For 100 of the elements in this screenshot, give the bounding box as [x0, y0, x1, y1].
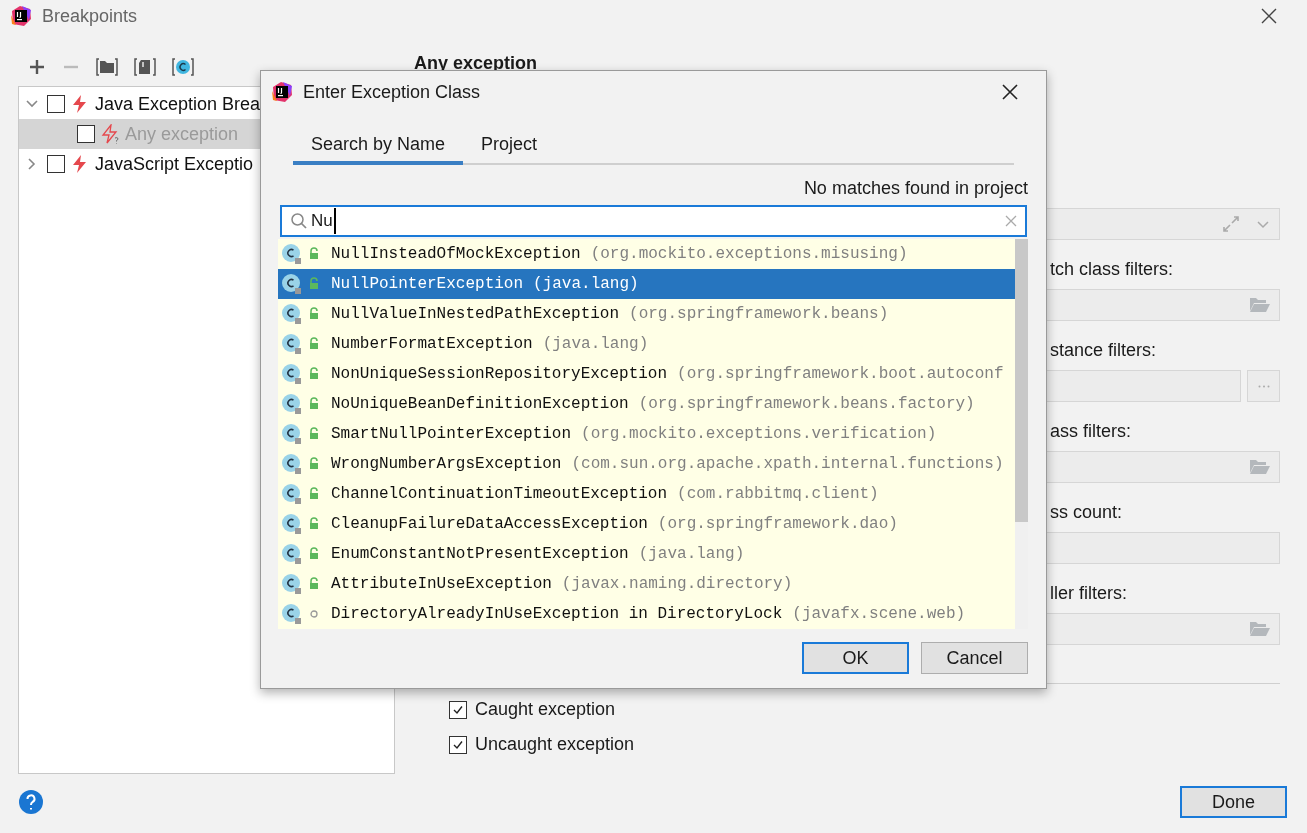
result-row[interactable]: SmartNullPointerException (org.mockito.exceptions.verification) [278, 419, 1015, 449]
help-icon[interactable] [18, 789, 44, 815]
result-row[interactable]: ChannelContinuationTimeoutException (com.rabbitmq.client) [278, 479, 1015, 509]
class-name: NullPointerException [331, 274, 524, 295]
lightning-icon [100, 124, 120, 144]
tree-label: Any exception [125, 122, 239, 146]
filter-field[interactable] [1046, 613, 1280, 645]
class-icon [281, 333, 303, 355]
app-logo-icon [10, 5, 32, 27]
checkbox[interactable] [449, 700, 467, 719]
class-icon [281, 243, 303, 265]
package-name: (org.springframework.dao) [657, 514, 898, 535]
checkbox[interactable] [47, 95, 65, 113]
search-field[interactable]: Nu [280, 205, 1027, 237]
field-label: ss count: [1050, 501, 1124, 524]
expand-icon[interactable] [1221, 214, 1241, 234]
browse-button[interactable] [1247, 370, 1280, 402]
class-icon [281, 423, 303, 445]
package-name: (java.lang) [542, 334, 649, 355]
class-icon [281, 543, 303, 565]
field-label: tch class filters: [1050, 258, 1175, 281]
field-label: stance filters: [1050, 339, 1158, 362]
package-name: (org.mockito.exceptions.misusing) [590, 244, 908, 265]
close-icon[interactable] [1002, 84, 1018, 100]
close-icon[interactable] [1261, 8, 1277, 24]
field-label: ass filters: [1050, 420, 1133, 443]
dialog-button[interactable]: Cancel [921, 642, 1028, 674]
add-icon[interactable] [28, 58, 46, 76]
class-name: NullInsteadOfMockException [331, 244, 581, 265]
file-group-icon[interactable] [134, 57, 156, 77]
result-row[interactable]: AttributeInUseException (javax.naming.directory) [278, 569, 1015, 599]
filter-field[interactable] [1046, 451, 1280, 483]
checkbox-label: Uncaught exception [475, 733, 635, 756]
scrollbar-thumb[interactable] [1015, 239, 1028, 522]
class-icon [281, 273, 303, 295]
result-row[interactable]: NullInsteadOfMockException (org.mockito.exceptions.misusing) [278, 239, 1015, 269]
folder-icon[interactable] [1249, 296, 1271, 314]
class-icon [281, 363, 303, 385]
result-row[interactable]: NullValueInNestedPathException (org.springframework.beans) [278, 299, 1015, 329]
package-name: (org.springframework.beans.factory) [638, 394, 975, 415]
class-icon [281, 513, 303, 535]
package-name: (javax.naming.directory) [561, 574, 793, 595]
filter-field[interactable] [1046, 370, 1241, 402]
class-name: WrongNumberArgsException [331, 454, 562, 475]
folder-icon[interactable] [1249, 620, 1271, 638]
result-row[interactable]: NumberFormatException (java.lang) [278, 329, 1015, 359]
class-name: NullValueInNestedPathException [331, 304, 620, 325]
status-text: No matches found in project [803, 177, 1028, 199]
clear-icon[interactable] [1005, 215, 1017, 227]
check-icon [453, 704, 463, 715]
package-name: (org.mockito.exceptions.verification) [581, 424, 937, 445]
package-name: (java.lang) [638, 544, 745, 565]
package-name: (com.rabbitmq.client) [677, 484, 879, 505]
class-name: SmartNullPointerException [331, 424, 572, 445]
class-name: AttributeInUseException [331, 574, 552, 595]
search-icon [290, 212, 308, 230]
result-row[interactable]: NoUniqueBeanDefinitionException (org.springframework.beans.factory) [278, 389, 1015, 419]
tab[interactable]: Project [463, 127, 556, 165]
result-row[interactable]: CleanupFailureDataAccessException (org.springframework.dao) [278, 509, 1015, 539]
result-row[interactable]: DirectoryAlreadyInUseException in DirectoryLock (javafx.scene.web) [278, 599, 1015, 629]
app-logo-icon [271, 81, 293, 103]
class-icon [281, 573, 303, 595]
folder-group-icon[interactable] [96, 57, 118, 77]
class-name: NumberFormatException [331, 334, 533, 355]
package-name: (org.springframework.beans) [629, 304, 889, 325]
result-row[interactable]: NonUniqueSessionRepositoryException (org.springframework.boot.autoconf [278, 359, 1015, 389]
result-row[interactable]: NullPointerException (java.lang) [278, 269, 1015, 299]
tab[interactable]: Search by Name [293, 127, 464, 165]
dialog-title: Enter Exception Class [303, 80, 481, 104]
tree-label: Java Exception Brea [95, 92, 261, 116]
class-name: NoUniqueBeanDefinitionException [331, 394, 629, 415]
class-icon [281, 303, 303, 325]
class-name: ChannelContinuationTimeoutException [331, 484, 668, 505]
folder-icon[interactable] [1249, 458, 1271, 476]
package-name: (java.lang) [533, 274, 639, 295]
class-group-icon[interactable] [172, 57, 194, 77]
class-icon [281, 603, 303, 625]
done-button[interactable]: Done [1180, 786, 1287, 818]
checkbox[interactable] [449, 735, 467, 754]
filter-field[interactable] [1046, 289, 1280, 321]
check-icon [453, 739, 463, 750]
package-name: (javafx.scene.web) [792, 604, 966, 625]
class-name: EnumConstantNotPresentException [331, 544, 629, 565]
condition-field[interactable] [1046, 208, 1280, 240]
search-text: Nu [311, 208, 336, 234]
result-row[interactable]: EnumConstantNotPresentException (java.lang) [278, 539, 1015, 569]
class-icon [281, 453, 303, 475]
field-label: ller filters: [1050, 582, 1128, 605]
dialog-button[interactable]: OK [802, 642, 909, 674]
pass-count-field[interactable] [1046, 532, 1280, 564]
class-icon [281, 483, 303, 505]
class-icon [281, 393, 303, 415]
tree-label: JavaScript Exceptio [95, 152, 254, 176]
checkbox-label: Caught exception [475, 698, 616, 721]
class-name: CleanupFailureDataAccessException [331, 514, 648, 535]
result-row[interactable]: WrongNumberArgsException (com.sun.org.apache.xpath.internal.functions) [278, 449, 1015, 479]
checkbox[interactable] [47, 155, 65, 173]
package-name: (org.springframework.boot.autoconf [677, 364, 1004, 385]
class-name: DirectoryAlreadyInUseException in DirectoryLock [331, 604, 783, 625]
class-name: NonUniqueSessionRepositoryException [331, 364, 668, 385]
